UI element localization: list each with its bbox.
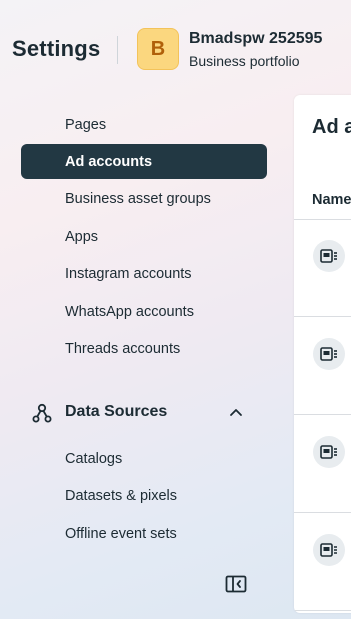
page-title: Settings — [12, 36, 101, 61]
sidebar-collapse-icon — [225, 575, 247, 593]
sidebar-item-label: WhatsApp accounts — [65, 303, 194, 320]
chevron-up-icon — [228, 404, 244, 420]
portfolio-avatar[interactable]: B — [137, 28, 179, 70]
data-sources-icon — [31, 402, 53, 424]
top-bar: Settings B Bmadspw 252595 Business portf… — [0, 0, 351, 92]
sidebar-item-label: Business asset groups — [65, 190, 211, 207]
header-divider — [117, 36, 118, 64]
data-sources-label: Data Sources — [65, 403, 168, 420]
ad-account-icon — [313, 338, 345, 370]
sidebar-item-pages[interactable]: Pages — [21, 107, 267, 142]
sidebar-item-label: Threads accounts — [65, 340, 181, 357]
sidebar-item-threads-accounts[interactable]: Threads accounts — [21, 331, 267, 366]
data-sources-section-toggle[interactable]: Data Sources — [21, 395, 267, 429]
collapse-sidebar-button[interactable] — [225, 574, 247, 594]
portfolio-name[interactable]: Bmadspw 252595 — [189, 30, 322, 48]
table-row[interactable] — [294, 416, 351, 513]
ad-account-icon — [313, 240, 345, 272]
table-row[interactable] — [294, 318, 351, 415]
sidebar-item-label: Instagram accounts — [65, 265, 192, 282]
sidebar-item-instagram-accounts[interactable]: Instagram accounts — [21, 256, 267, 291]
column-header-name[interactable]: Name — [312, 192, 351, 208]
main-title: Ad acco — [312, 116, 351, 138]
ad-account-icon — [313, 436, 345, 468]
sidebar-item-catalogs[interactable]: Catalogs — [21, 441, 267, 476]
table-row[interactable] — [294, 514, 351, 611]
sidebar-item-label: Ad accounts — [65, 153, 153, 170]
ad-account-icon — [313, 534, 345, 566]
sidebar-item-whatsapp-accounts[interactable]: WhatsApp accounts — [21, 294, 267, 329]
sidebar-item-ad-accounts[interactable]: Ad accounts — [21, 144, 267, 179]
table-row[interactable] — [294, 220, 351, 317]
sidebar-item-label: Offline event sets — [65, 525, 177, 542]
sidebar-item-business-asset-groups[interactable]: Business asset groups — [21, 181, 267, 216]
sidebar-item-label: Catalogs — [65, 450, 123, 467]
sidebar-item-label: Datasets & pixels — [65, 487, 178, 504]
sidebar-item-label: Apps — [65, 228, 99, 245]
portfolio-subtitle: Business portfolio — [189, 53, 300, 69]
main-panel: Ad acco Name — [294, 95, 351, 613]
sidebar-item-offline-event-sets[interactable]: Offline event sets — [21, 516, 267, 551]
sidebar-item-datasets-pixels[interactable]: Datasets & pixels — [21, 478, 267, 513]
sidebar-item-label: Pages — [65, 116, 107, 133]
sidebar-item-apps[interactable]: Apps — [21, 219, 267, 254]
